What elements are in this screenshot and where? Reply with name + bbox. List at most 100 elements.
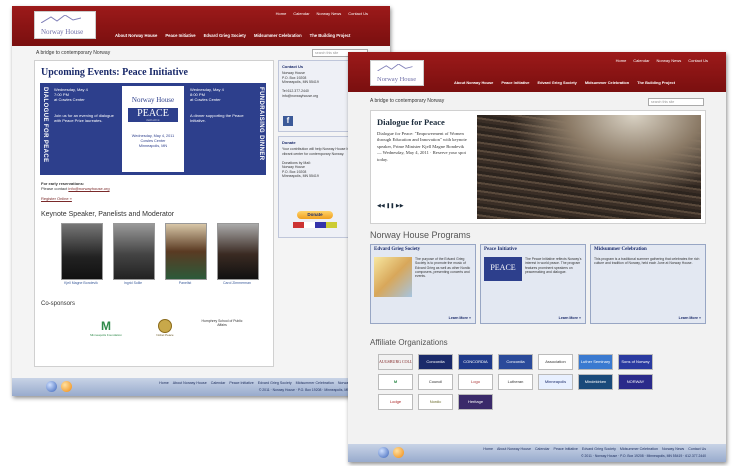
mountain-logo-icon <box>377 64 413 71</box>
affiliate-logo[interactable]: Mindekirken <box>578 374 613 390</box>
rss-icon[interactable] <box>393 447 404 458</box>
nav-grieg[interactable]: Edvard Grieg Society <box>204 33 246 38</box>
site-footer: Home About Norway House Calendar Peace Init… <box>348 444 726 462</box>
site-logo[interactable]: Norway House <box>34 11 96 39</box>
nav-about[interactable]: About Norway House <box>454 80 493 85</box>
breadcrumb: A bridge to contemporary Norway <box>36 50 111 56</box>
footer-link[interactable]: Midsummer Celebration <box>296 381 334 385</box>
footer-link[interactable]: Contact Us <box>688 447 706 451</box>
cosponsor-logo-1-mark: M <box>101 319 111 333</box>
affiliate-logo[interactable]: M <box>378 374 413 390</box>
program-title: Edvard Grieg Society <box>374 247 421 252</box>
flyer-center-logo: Norway House <box>131 96 175 104</box>
affiliate-logo[interactable]: AUGSBURG COLLEGE <box>378 354 413 370</box>
affiliates-heading: Affiliate Organizations <box>370 338 448 347</box>
footer-link[interactable]: Calendar <box>211 381 226 385</box>
footer-link[interactable]: Peace Initiative <box>554 447 578 451</box>
footer-link[interactable]: Edvard Grieg Society <box>258 381 292 385</box>
cosponsors-heading: Co-sponsors <box>41 301 76 307</box>
nav-peace[interactable]: Peace Initiative <box>501 80 529 85</box>
program-image-peace: PEACE <box>484 257 522 281</box>
top-link-contact[interactable]: Contact Us <box>688 58 708 63</box>
top-link-calendar[interactable]: Calendar <box>633 58 649 63</box>
affiliate-logo[interactable]: Council <box>418 374 453 390</box>
nav-building[interactable]: The Building Project <box>637 80 675 85</box>
reservations-email-link[interactable]: info@norwayhouse.org <box>68 186 109 191</box>
cosponsor-logo-2-text: Nobel Peace <box>156 333 174 337</box>
globe-icon[interactable] <box>378 447 389 458</box>
nav-midsummer[interactable]: Midsummer Celebration <box>254 33 302 38</box>
rss-icon[interactable] <box>61 381 72 392</box>
affiliate-logo[interactable]: Association <box>538 354 573 370</box>
top-link-calendar[interactable]: Calendar <box>293 11 309 16</box>
program-title: Midsummer Celebration <box>594 247 647 252</box>
program-body: This program is a traditional summer gat… <box>594 257 700 266</box>
main-nav: About Norway House Peace Initiative Edvard… <box>107 33 350 38</box>
footer-link[interactable]: Home <box>159 381 169 385</box>
top-link-home[interactable]: Home <box>616 58 627 63</box>
cosponsor-logo-2[interactable]: Nobel Peace <box>147 319 183 341</box>
register-link[interactable]: Register Online » <box>41 196 72 201</box>
top-link-news[interactable]: Norway News <box>657 58 682 63</box>
top-link-home[interactable]: Home <box>276 11 287 16</box>
nav-building[interactable]: The Building Project <box>310 33 351 38</box>
site-logo[interactable]: Norway House <box>370 60 424 86</box>
flyer-center-peace: PEACE INITIATIVE <box>128 108 178 122</box>
affiliate-logo[interactable]: Lodge <box>378 394 413 410</box>
footer-link[interactable]: Calendar <box>535 447 550 451</box>
donate-button[interactable]: Donate <box>297 211 333 219</box>
slide-controls[interactable]: ◀◀ ❚❚ ▶▶ <box>377 203 404 209</box>
program-card-grieg[interactable]: Edvard Grieg Society The purpose of the … <box>370 244 476 324</box>
slide-photo-auditorium <box>477 115 701 219</box>
program-card-midsummer[interactable]: Midsummer Celebration This program is a … <box>590 244 706 324</box>
reservations-text: Please contact <box>41 186 68 191</box>
footer-link[interactable]: Home <box>483 447 493 451</box>
facebook-icon[interactable]: f <box>283 116 293 126</box>
footer-link[interactable]: Midsummer Celebration <box>620 447 658 451</box>
speaker-photo-1 <box>61 223 103 280</box>
affiliate-logo[interactable]: Nordic <box>418 394 453 410</box>
learn-more-link[interactable]: Learn More » <box>449 316 471 320</box>
affiliate-logo[interactable]: Sons of Norway <box>618 354 653 370</box>
contact-title: Contact Us <box>282 64 304 69</box>
affiliate-logo[interactable]: Lutheran <box>498 374 533 390</box>
speaker-caption-1[interactable]: Kjell Magne Bondevik <box>55 281 107 286</box>
flyer-right-body: A dinner supporting the Peace Initiative… <box>190 113 244 123</box>
affiliate-logo[interactable]: Concordia <box>498 354 533 370</box>
nav-about[interactable]: About Norway House <box>115 33 157 38</box>
globe-icon[interactable] <box>46 381 57 392</box>
footer-link[interactable]: About Norway House <box>173 381 207 385</box>
front-screenshot: Norway House Home Calendar Norway News Cont… <box>348 52 726 462</box>
speaker-caption-2[interactable]: Ingrid Sollie <box>107 281 159 286</box>
slide-body: Dialogue for Peace: "Empowerment of Wome… <box>377 131 467 162</box>
footer-link[interactable]: Edvard Grieg Society <box>582 447 616 451</box>
footer-link[interactable]: Norway News <box>662 447 684 451</box>
flyer-center-event: Wednesday, May 4, 2011 Cowles Center Min… <box>131 134 175 148</box>
affiliate-logo[interactable]: Heritage <box>458 394 493 410</box>
footer-link[interactable]: About Norway House <box>497 447 531 451</box>
program-card-peace[interactable]: Peace Initiative PEACE The Peace Initiat… <box>480 244 586 324</box>
program-title: Peace Initiative <box>484 247 517 252</box>
nav-peace[interactable]: Peace Initiative <box>165 33 195 38</box>
cosponsor-logo-1[interactable]: M Minneapolis Foundation <box>85 319 127 341</box>
nav-midsummer[interactable]: Midsummer Celebration <box>585 80 629 85</box>
footer-link[interactable]: Peace Initiative <box>229 381 253 385</box>
affiliate-logo[interactable]: Logo <box>458 374 493 390</box>
search-input[interactable]: search this site <box>648 98 704 106</box>
speaker-caption-4[interactable]: Carol Zimmerman <box>211 281 263 286</box>
learn-more-link[interactable]: Learn More » <box>559 316 581 320</box>
credit-cards-icon <box>293 222 337 228</box>
affiliate-logo[interactable]: Luther Seminary <box>578 354 613 370</box>
learn-more-link[interactable]: Learn More » <box>679 316 701 320</box>
affiliate-logo[interactable]: CONCORDIA <box>458 354 493 370</box>
affiliate-logo[interactable]: NORWAY <box>618 374 653 390</box>
affiliate-logo[interactable]: Concordia <box>418 354 453 370</box>
program-body: The Peace Initiative reflects Norway's i… <box>525 257 582 274</box>
peace-word: PEACE <box>137 108 169 119</box>
nav-grieg[interactable]: Edvard Grieg Society <box>537 80 576 85</box>
top-link-news[interactable]: Norway News <box>317 11 342 16</box>
cosponsor-logo-3[interactable]: Humphrey School of Public Affairs <box>200 319 244 341</box>
speaker-caption-3[interactable]: Panelist <box>159 281 211 286</box>
affiliate-logo[interactable]: Minneapolis <box>538 374 573 390</box>
top-link-contact[interactable]: Contact Us <box>348 11 368 16</box>
